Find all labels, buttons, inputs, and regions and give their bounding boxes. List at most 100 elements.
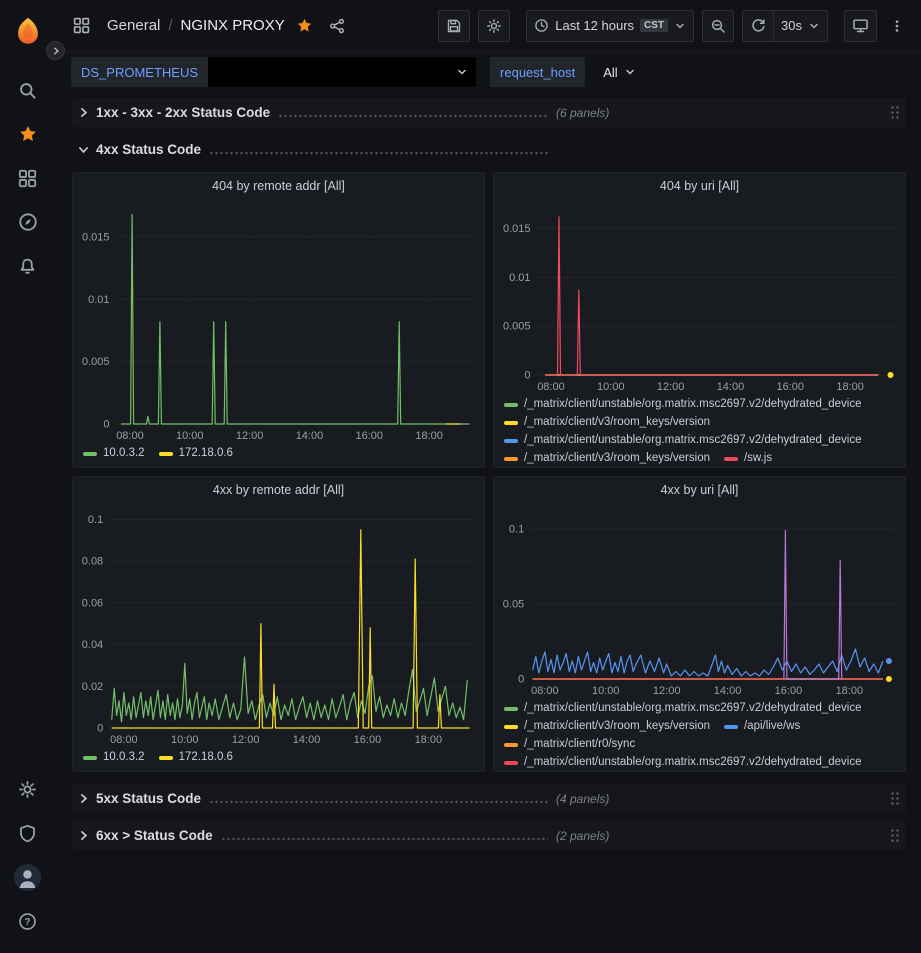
legend-marker bbox=[83, 452, 97, 456]
dashboard-header: General / NGINX PROXY bbox=[55, 0, 921, 52]
chevron-right-icon[interactable] bbox=[74, 790, 92, 808]
svg-text:0.06: 0.06 bbox=[82, 597, 103, 609]
legend-label: /_matrix/client/unstable/org.matrix.msc2… bbox=[524, 396, 862, 413]
timeseries-chart-4xx-uri[interactable]: 08:0010:0012:0014:0016:0018:0000.050.1 bbox=[494, 502, 905, 699]
legend-item[interactable]: /_matrix/client/v3/room_keys/version bbox=[504, 450, 710, 467]
svg-text:18:00: 18:00 bbox=[415, 734, 443, 746]
legend-item[interactable]: /_matrix/client/unstable/org.matrix.msc2… bbox=[504, 432, 862, 449]
legend-label: /sw.js bbox=[744, 450, 772, 467]
save-dashboard-button[interactable] bbox=[438, 10, 470, 42]
help-icon[interactable]: ? bbox=[7, 899, 49, 943]
svg-text:18:00: 18:00 bbox=[415, 430, 443, 442]
legend-label: 172.18.0.6 bbox=[179, 445, 233, 462]
legend-item[interactable]: /_matrix/client/v3/room_keys/version bbox=[504, 718, 710, 735]
sidebar-expand-button[interactable] bbox=[46, 41, 65, 60]
configuration-gear-icon[interactable] bbox=[7, 767, 49, 811]
svg-text:18:00: 18:00 bbox=[836, 381, 864, 393]
timeseries-chart-404-remote-addr[interactable]: 08:0010:0012:0014:0016:0018:0000.0050.01… bbox=[73, 198, 484, 444]
panel-404-by-uri: 404 by uri [All] 08:0010:0012:0014:0016:… bbox=[493, 172, 906, 468]
breadcrumb-section[interactable]: General bbox=[107, 17, 160, 34]
legend-item[interactable]: 10.0.3.2 bbox=[83, 749, 145, 766]
panel-count: (4 panels) bbox=[556, 792, 609, 806]
datasource-variable-label[interactable]: DS_PROMETHEUS bbox=[71, 57, 208, 87]
row-header-1xx[interactable]: 1xx - 3xx - 2xx Status Code (6 panels) bbox=[72, 98, 906, 127]
legend-item[interactable]: /_matrix/client/unstable/org.matrix.msc2… bbox=[504, 700, 862, 717]
row-header-4xx[interactable]: 4xx Status Code bbox=[72, 135, 906, 164]
refresh-button[interactable] bbox=[742, 10, 774, 42]
dashboard-settings-button[interactable] bbox=[478, 10, 510, 42]
row-title: 5xx Status Code bbox=[96, 791, 201, 806]
share-icon[interactable] bbox=[325, 10, 349, 42]
kebab-menu-icon[interactable] bbox=[885, 10, 909, 42]
legend-item[interactable]: 10.0.3.2 bbox=[83, 445, 145, 462]
svg-text:0.01: 0.01 bbox=[509, 272, 530, 284]
request-host-variable-value[interactable]: All bbox=[593, 57, 645, 87]
row-header-5xx[interactable]: 5xx Status Code (4 panels) bbox=[72, 784, 906, 813]
apps-grid-icon[interactable] bbox=[69, 10, 93, 42]
clock-icon bbox=[534, 18, 549, 33]
chevron-right-icon[interactable] bbox=[74, 104, 92, 122]
legend-label: /_matrix/client/unstable/org.matrix.msc2… bbox=[524, 700, 862, 717]
legend-marker bbox=[504, 743, 518, 747]
dashboards-icon[interactable] bbox=[7, 156, 49, 200]
chevron-down-icon[interactable] bbox=[74, 141, 92, 159]
row-drag-handle[interactable] bbox=[890, 105, 900, 121]
time-range-picker[interactable]: Last 12 hours CST bbox=[526, 10, 694, 42]
zoom-out-button[interactable] bbox=[702, 10, 734, 42]
user-avatar[interactable] bbox=[7, 855, 49, 899]
svg-text:10:00: 10:00 bbox=[592, 685, 620, 697]
explore-compass-icon[interactable] bbox=[7, 200, 49, 244]
panel-4xx-by-remote-addr: 4xx by remote addr [All] 08:0010:0012:00… bbox=[72, 476, 485, 772]
refresh-interval-dropdown[interactable]: 30s bbox=[774, 10, 828, 42]
svg-text:?: ? bbox=[24, 917, 30, 928]
row-left: 1xx - 3xx - 2xx Status Code bbox=[74, 104, 556, 122]
legend-label: /_matrix/client/v3/room_keys/version bbox=[524, 414, 710, 431]
svg-text:0.015: 0.015 bbox=[503, 223, 531, 235]
row-drag-handle[interactable] bbox=[890, 828, 900, 844]
svg-text:0.05: 0.05 bbox=[503, 599, 524, 611]
request-host-selected: All bbox=[603, 65, 617, 80]
panel-title[interactable]: 4xx by remote addr [All] bbox=[73, 477, 484, 502]
timeseries-chart-404-uri[interactable]: 08:0010:0012:0014:0016:0018:0000.0050.01… bbox=[494, 198, 905, 395]
grafana-logo[interactable] bbox=[7, 10, 49, 54]
legend-marker bbox=[504, 457, 518, 461]
legend-item[interactable]: /sw.js bbox=[724, 450, 772, 467]
main-area: General / NGINX PROXY bbox=[55, 0, 921, 953]
legend-item[interactable]: /_matrix/client/r0/sync bbox=[504, 736, 635, 753]
row-drag-handle[interactable] bbox=[890, 791, 900, 807]
row-left: 6xx > Status Code bbox=[74, 827, 556, 845]
svg-text:0.1: 0.1 bbox=[88, 514, 103, 526]
svg-text:0.015: 0.015 bbox=[82, 231, 110, 243]
panel-title[interactable]: 404 by remote addr [All] bbox=[73, 173, 484, 198]
legend-label: /_matrix/client/r0/sync bbox=[524, 736, 635, 753]
svg-text:0.1: 0.1 bbox=[509, 524, 524, 536]
svg-text:10:00: 10:00 bbox=[176, 430, 204, 442]
tv-mode-button[interactable] bbox=[844, 10, 877, 42]
starred-dashboards-icon[interactable] bbox=[7, 112, 49, 156]
row-title: 4xx Status Code bbox=[96, 142, 201, 157]
svg-text:08:00: 08:00 bbox=[537, 381, 565, 393]
legend-item[interactable]: 172.18.0.6 bbox=[159, 445, 233, 462]
row-header-6xx[interactable]: 6xx > Status Code (2 panels) bbox=[72, 821, 906, 850]
chevron-right-icon[interactable] bbox=[74, 827, 92, 845]
datasource-variable-value[interactable] bbox=[208, 57, 476, 87]
chevron-down-icon bbox=[624, 66, 636, 78]
svg-text:12:00: 12:00 bbox=[236, 430, 264, 442]
legend-item[interactable]: 172.18.0.6 bbox=[159, 749, 233, 766]
alerting-bell-icon[interactable] bbox=[7, 244, 49, 288]
legend-item[interactable]: /_matrix/client/v3/room_keys/version bbox=[504, 414, 710, 431]
legend-item[interactable]: /api/live/ws bbox=[724, 718, 800, 735]
timeseries-chart-4xx-remote-addr[interactable]: 08:0010:0012:0014:0016:0018:0000.020.040… bbox=[73, 502, 484, 748]
server-admin-shield-icon[interactable] bbox=[7, 811, 49, 855]
favorite-star-icon[interactable] bbox=[293, 10, 317, 42]
search-icon[interactable] bbox=[7, 68, 49, 112]
request-host-variable-label[interactable]: request_host bbox=[490, 57, 585, 87]
svg-text:12:00: 12:00 bbox=[232, 734, 260, 746]
chart-legend: /_matrix/client/unstable/org.matrix.msc2… bbox=[494, 699, 905, 771]
panel-title[interactable]: 4xx by uri [All] bbox=[494, 477, 905, 502]
legend-item[interactable]: /_matrix/client/unstable/org.matrix.msc2… bbox=[504, 754, 862, 771]
svg-text:0.005: 0.005 bbox=[503, 321, 531, 333]
panel-title[interactable]: 404 by uri [All] bbox=[494, 173, 905, 198]
dotted-leader bbox=[221, 836, 548, 842]
legend-item[interactable]: /_matrix/client/unstable/org.matrix.msc2… bbox=[504, 396, 862, 413]
